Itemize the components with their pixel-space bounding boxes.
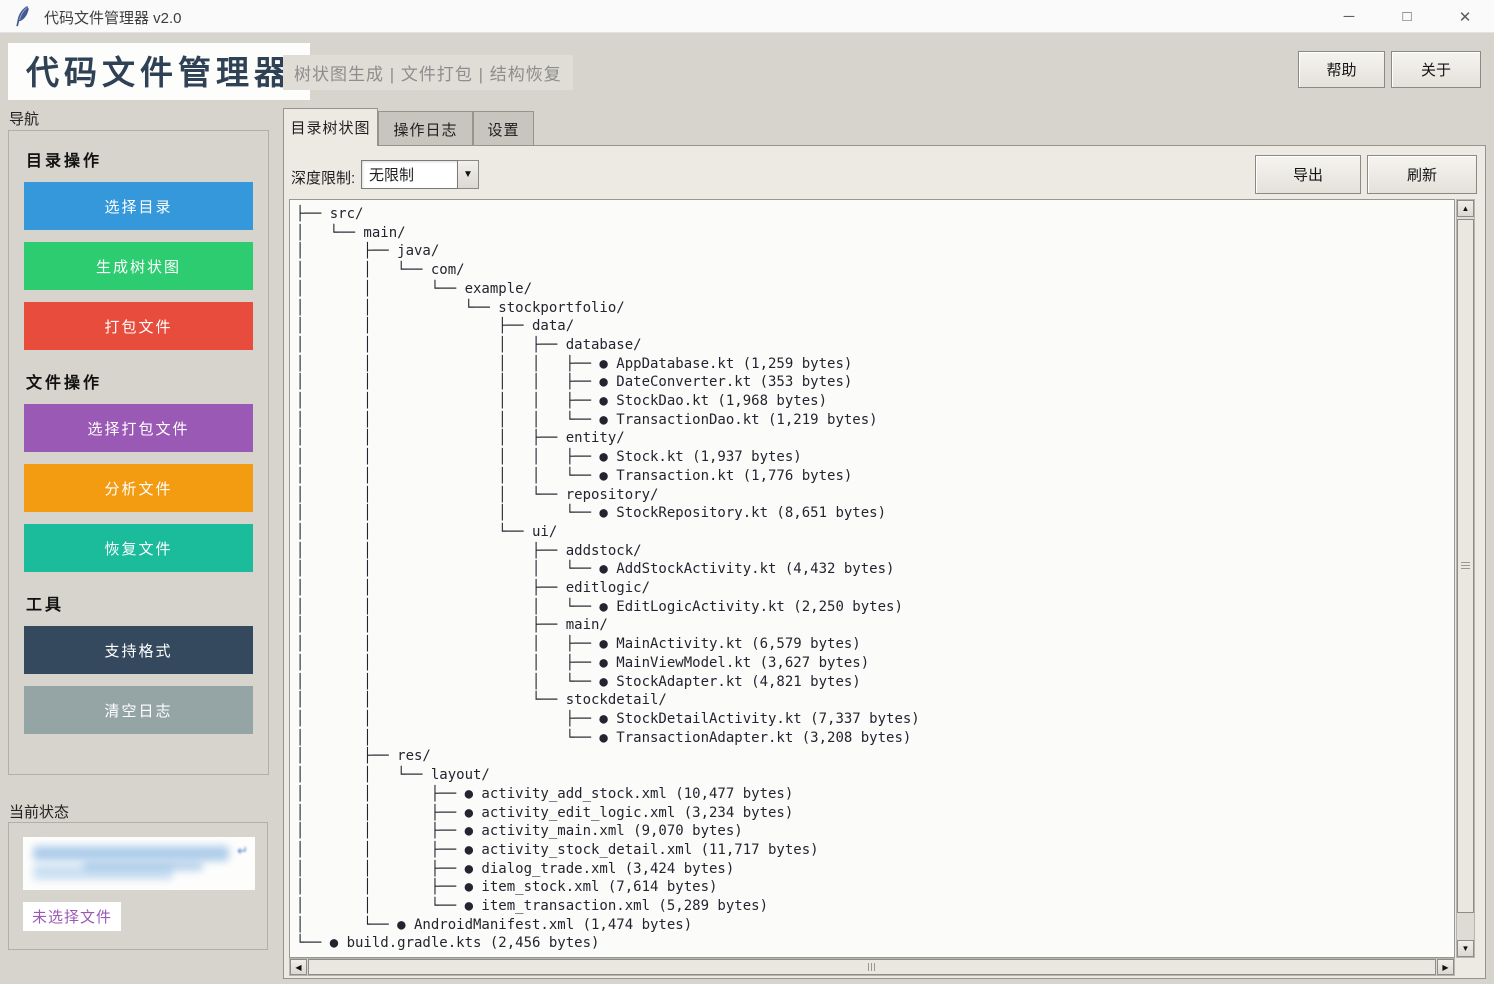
redaction-blur xyxy=(83,861,203,871)
file-status-badge: 未选择文件 xyxy=(23,902,121,931)
depth-limit-combobox[interactable]: 无限制 ▼ xyxy=(361,160,479,189)
analyze-file-button[interactable]: 分析文件 xyxy=(24,464,253,512)
tree-tab-pane: 深度限制: 无限制 ▼ 导出 刷新 ├── src/ │ └── main/ │… xyxy=(283,145,1486,979)
chevron-down-icon[interactable]: ▼ xyxy=(458,160,479,189)
depth-limit-label: 深度限制: xyxy=(291,167,355,188)
export-button[interactable]: 导出 xyxy=(1255,155,1361,194)
directory-tree-text: ├── src/ │ └── main/ │ ├── java/ │ │ └──… xyxy=(290,200,1454,953)
scrollbar-grip xyxy=(868,963,875,971)
scroll-down-icon[interactable]: ▼ xyxy=(1457,940,1474,957)
scrollbar-grip xyxy=(1461,562,1470,569)
redaction-blur xyxy=(33,846,229,861)
close-icon[interactable]: ✕ xyxy=(1436,0,1494,33)
selected-path-redacted: ↵ xyxy=(23,837,255,890)
restore-file-button[interactable]: 恢复文件 xyxy=(24,524,253,572)
select-pack-file-button[interactable]: 选择打包文件 xyxy=(24,404,253,452)
section-heading-directory-ops: 目录操作 xyxy=(26,147,253,171)
depth-limit-value: 无限制 xyxy=(361,160,458,189)
horizontal-scrollbar[interactable]: ◀ ▶ xyxy=(289,958,1455,976)
page-title: 代码文件管理器 xyxy=(8,43,310,100)
tab-settings[interactable]: 设置 xyxy=(473,111,534,146)
app-feather-icon xyxy=(13,5,33,28)
clear-log-button[interactable]: 清空日志 xyxy=(24,686,253,734)
maximize-icon[interactable]: □ xyxy=(1378,0,1436,33)
help-button[interactable]: 帮助 xyxy=(1298,51,1385,88)
select-directory-button[interactable]: 选择目录 xyxy=(24,182,253,230)
redaction-arrow-mark: ↵ xyxy=(237,843,248,859)
generate-tree-button[interactable]: 生成树状图 xyxy=(24,242,253,290)
section-heading-tools: 工具 xyxy=(26,591,253,615)
header: 代码文件管理器 树状图生成 | 文件打包 | 结构恢复 帮助 关于 xyxy=(0,33,1494,103)
scroll-right-icon[interactable]: ▶ xyxy=(1437,959,1454,975)
sidebar-nav-frame: 目录操作 选择目录 生成树状图 打包文件 文件操作 选择打包文件 分析文件 恢复… xyxy=(8,130,269,775)
minimize-icon[interactable]: ─ xyxy=(1320,0,1378,33)
refresh-button[interactable]: 刷新 xyxy=(1367,155,1477,194)
pack-files-button[interactable]: 打包文件 xyxy=(24,302,253,350)
vertical-scrollbar[interactable]: ▲ ▼ xyxy=(1456,199,1475,958)
window-controls: ─ □ ✕ xyxy=(1320,0,1494,33)
current-status-label: 当前状态 xyxy=(9,801,69,822)
tab-directory-tree[interactable]: 目录树状图 xyxy=(283,108,378,146)
title-bar: 代码文件管理器 v2.0 ─ □ ✕ xyxy=(0,0,1494,33)
section-heading-file-ops: 文件操作 xyxy=(26,369,253,393)
scroll-left-icon[interactable]: ◀ xyxy=(290,959,307,975)
about-button[interactable]: 关于 xyxy=(1391,51,1481,88)
page-subtitle: 树状图生成 | 文件打包 | 结构恢复 xyxy=(283,55,573,90)
directory-tree-textarea[interactable]: ├── src/ │ └── main/ │ ├── java/ │ │ └──… xyxy=(289,199,1455,958)
scroll-up-icon[interactable]: ▲ xyxy=(1457,200,1474,217)
vertical-scrollbar-thumb[interactable] xyxy=(1457,219,1474,913)
tab-operation-log[interactable]: 操作日志 xyxy=(378,111,473,146)
supported-formats-button[interactable]: 支持格式 xyxy=(24,626,253,674)
window-title: 代码文件管理器 v2.0 xyxy=(44,7,182,28)
sidebar-nav-label: 导航 xyxy=(9,108,39,129)
current-status-frame: ↵ 未选择文件 xyxy=(8,822,268,950)
horizontal-scrollbar-thumb[interactable] xyxy=(308,959,1436,975)
